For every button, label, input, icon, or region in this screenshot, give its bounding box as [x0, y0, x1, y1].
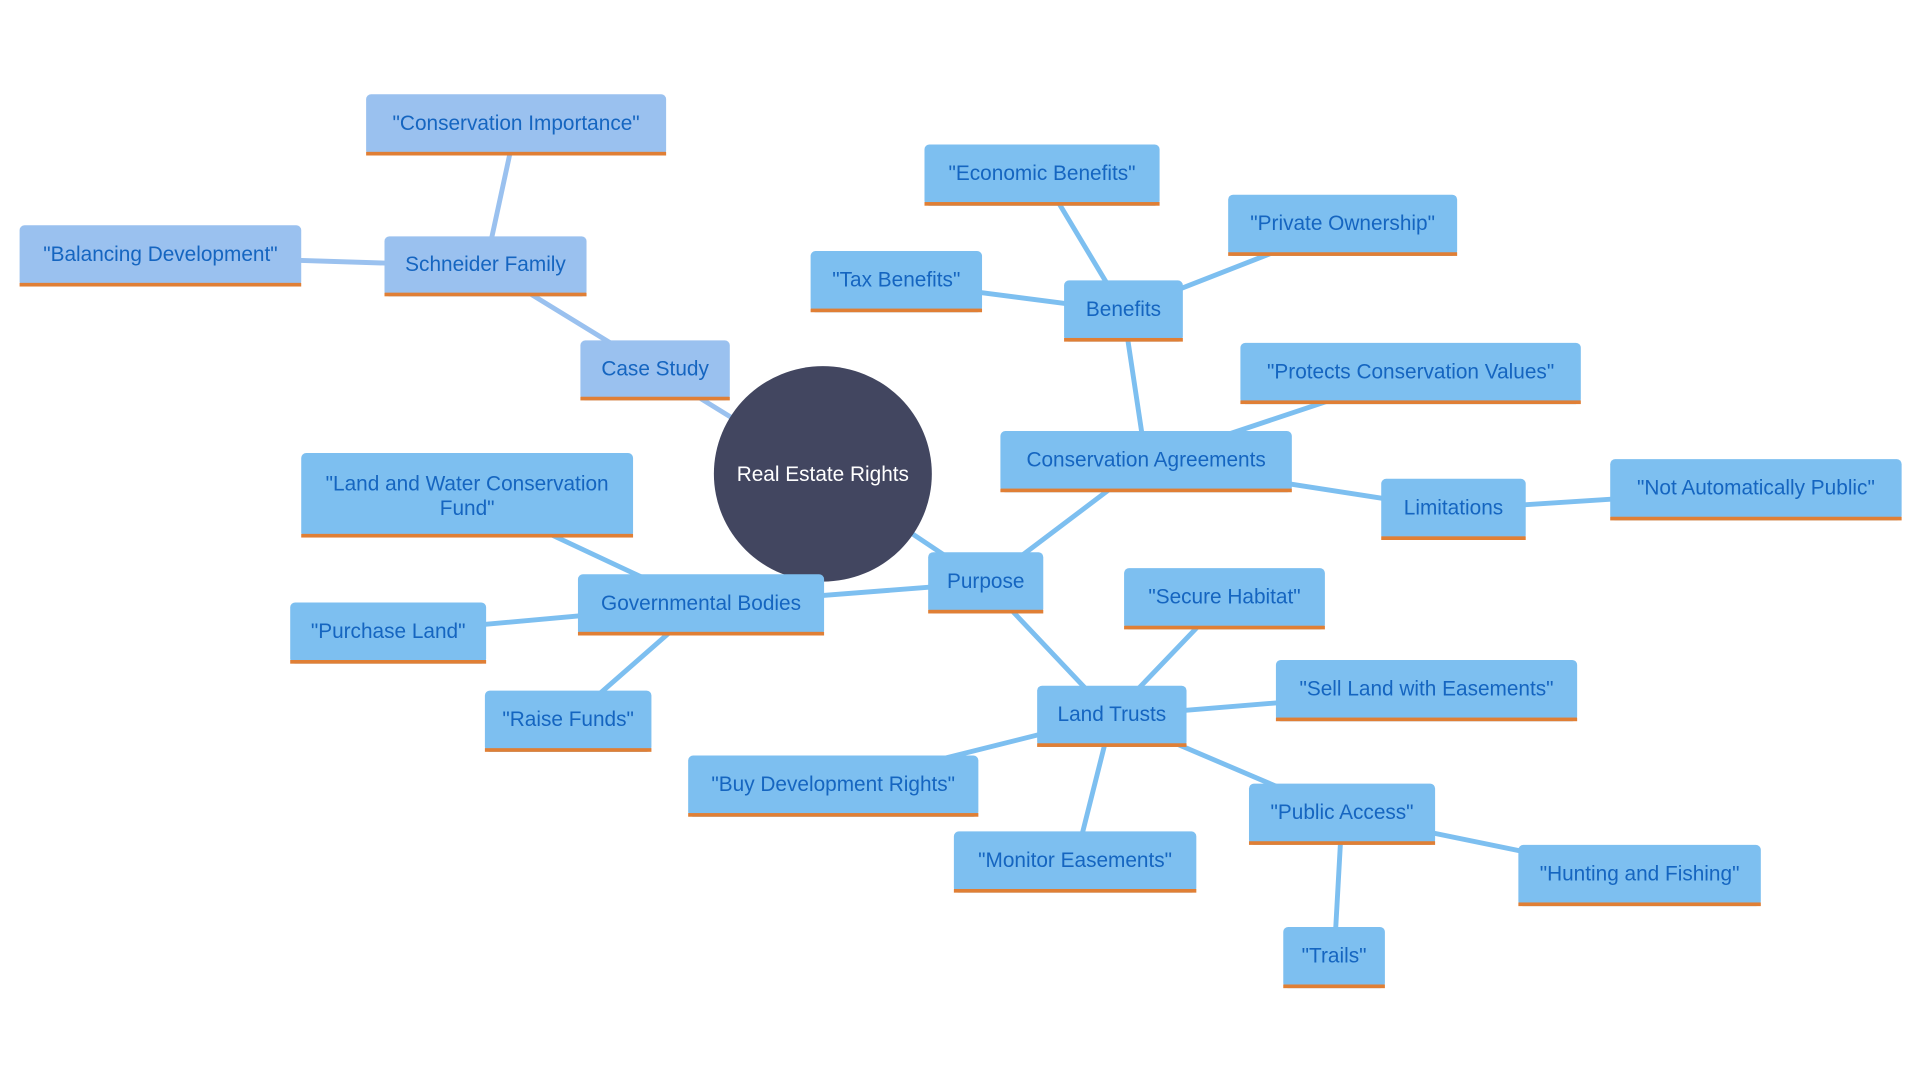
- node-underline: [1037, 743, 1187, 747]
- node-label: "Protects Conservation Values": [1267, 360, 1554, 383]
- node-underline: [1248, 841, 1436, 845]
- node-secure-habitat[interactable]: "Secure Habitat": [1124, 568, 1325, 630]
- node-economic-benefits[interactable]: "Economic Benefits": [924, 144, 1160, 206]
- node-label: "Hunting and Fishing": [1540, 862, 1740, 885]
- node-label: "Not Automatically Public": [1637, 477, 1875, 500]
- node-monitor-easements[interactable]: "Monitor Easements": [953, 831, 1197, 893]
- node-underline: [688, 813, 979, 817]
- node-underline: [1518, 902, 1761, 907]
- node-tax-benefits[interactable]: "Tax Benefits": [810, 251, 983, 313]
- root-node[interactable]: Real Estate Rights: [713, 366, 932, 582]
- node-case-study[interactable]: Case Study: [580, 340, 730, 401]
- node-underline: [1610, 516, 1902, 521]
- node-trails[interactable]: "Trails": [1283, 926, 1385, 989]
- node-label: "Trails": [1302, 944, 1367, 967]
- node-label: "Raise Funds": [502, 708, 634, 731]
- node-label: Benefits: [1086, 298, 1161, 321]
- node-underline: [580, 396, 730, 401]
- node-public-access[interactable]: "Public Access": [1248, 783, 1436, 845]
- node-underline: [301, 533, 634, 538]
- node-balancing-development[interactable]: "Balancing Development": [19, 225, 302, 287]
- node-benefits[interactable]: Benefits: [1064, 280, 1183, 342]
- node-underline: [384, 292, 587, 297]
- node-land-trusts[interactable]: Land Trusts: [1037, 685, 1187, 747]
- node-underline: [924, 202, 1160, 206]
- node-label: Limitations: [1404, 496, 1503, 519]
- node-raise-funds[interactable]: "Raise Funds": [484, 690, 652, 752]
- node-hunting-and-fishing[interactable]: "Hunting and Fishing": [1518, 844, 1761, 907]
- node-lwcf[interactable]: "Land and Water Conservation Fund": [301, 453, 634, 538]
- node-label: "Sell Land with Easements": [1299, 678, 1553, 701]
- node-purpose[interactable]: Purpose: [928, 552, 1044, 614]
- node-underline: [953, 888, 1197, 893]
- nodes-layer: Case Study Schneider Family "Conservation …: [19, 94, 1902, 989]
- mindmap-canvas: Real Estate Rights Case Study Schneider F…: [19, 94, 1902, 989]
- node-underline: [19, 282, 302, 287]
- node-label: "Purchase Land": [311, 620, 466, 643]
- node-underline: [1124, 625, 1325, 630]
- node-governmental-bodies[interactable]: Governmental Bodies: [577, 574, 825, 636]
- node-underline: [1064, 337, 1183, 342]
- node-conservation-importance[interactable]: "Conservation Importance": [366, 94, 667, 156]
- node-label: "Monitor Easements": [978, 849, 1172, 872]
- node-underline: [484, 748, 652, 752]
- node-underline: [366, 151, 667, 156]
- node-underline: [290, 660, 487, 664]
- node-label: "Conservation Importance": [393, 112, 640, 135]
- node-protects-conservation-values[interactable]: "Protects Conservation Values": [1240, 342, 1581, 405]
- node-label: Schneider Family: [405, 253, 566, 276]
- node-label: "Private Ownership": [1250, 212, 1435, 235]
- root-node-label: Real Estate Rights: [737, 463, 909, 486]
- node-label: Land Trusts: [1058, 703, 1167, 726]
- node-underline: [1000, 488, 1292, 493]
- node-label: "Tax Benefits": [832, 269, 960, 292]
- node-label: Conservation Agreements: [1026, 449, 1265, 472]
- node-label: "Public Access": [1271, 801, 1414, 824]
- node-underline: [928, 609, 1044, 614]
- node-buy-development-rights[interactable]: "Buy Development Rights": [688, 755, 979, 817]
- node-underline: [810, 308, 983, 313]
- node-label-line: "Land and Water Conservation: [326, 472, 609, 495]
- node-not-automatically-public[interactable]: "Not Automatically Public": [1610, 459, 1902, 521]
- node-label: "Secure Habitat": [1148, 586, 1300, 609]
- node-label: "Buy Development Rights": [711, 773, 955, 796]
- node-underline: [1381, 536, 1526, 540]
- node-label: "Balancing Development": [43, 243, 277, 266]
- node-sell-land-with-easements[interactable]: "Sell Land with Easements": [1275, 660, 1578, 722]
- node-label-line: Fund": [440, 497, 495, 520]
- node-private-ownership[interactable]: "Private Ownership": [1228, 194, 1458, 256]
- node-label: Governmental Bodies: [601, 592, 801, 615]
- node-label: Case Study: [601, 357, 709, 380]
- node-conservation-agreements[interactable]: Conservation Agreements: [1000, 431, 1292, 493]
- node-label: Purpose: [947, 570, 1024, 593]
- node-underline: [1228, 252, 1458, 256]
- node-label: "Economic Benefits": [949, 162, 1136, 185]
- node-purchase-land[interactable]: "Purchase Land": [290, 602, 487, 664]
- node-underline: [1283, 984, 1385, 989]
- node-limitations[interactable]: Limitations: [1381, 478, 1526, 540]
- node-schneider-family[interactable]: Schneider Family: [384, 236, 587, 297]
- node-underline: [1275, 717, 1578, 722]
- node-underline: [577, 631, 825, 636]
- node-underline: [1240, 400, 1581, 405]
